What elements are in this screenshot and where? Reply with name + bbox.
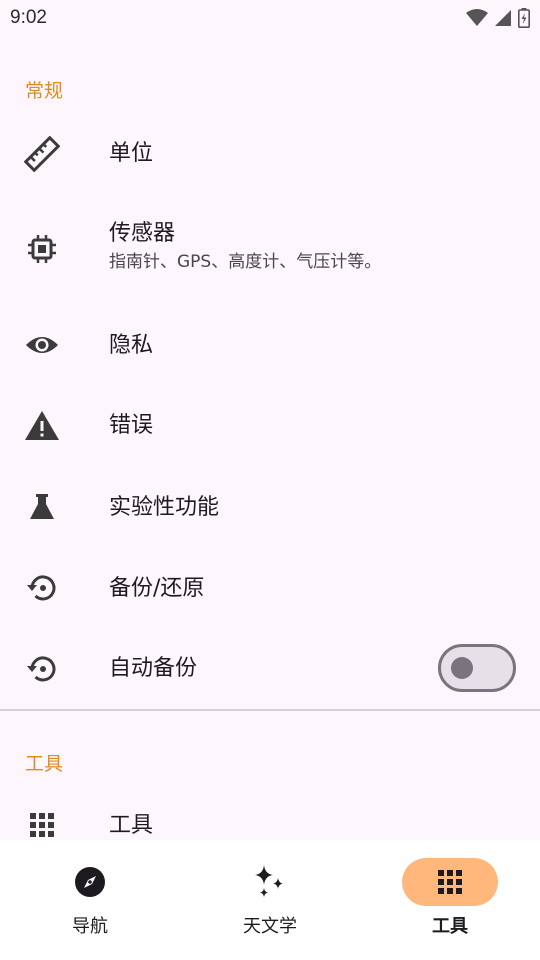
section-header-tools: 工具 — [25, 753, 64, 775]
settings-item-sensors-label: 传感器 — [109, 221, 176, 246]
settings-item-privacy[interactable]: 隐私 — [0, 318, 540, 374]
nav-pill — [222, 858, 318, 906]
settings-item-units[interactable]: 单位 — [0, 126, 540, 182]
nav-tab-astronomy[interactable]: 天文学 — [180, 840, 360, 960]
nav-tab-tools[interactable]: 工具 — [360, 840, 540, 960]
settings-item-experimental[interactable]: 实验性功能 — [0, 480, 540, 536]
auto-backup-toggle[interactable] — [438, 644, 516, 692]
grid-icon — [438, 870, 462, 894]
status-bar: 9:02 — [0, 0, 540, 36]
settings-item-privacy-label: 隐私 — [109, 333, 154, 358]
cell-signal-icon — [495, 10, 511, 26]
restore-icon — [24, 570, 60, 606]
status-time: 9:02 — [10, 7, 47, 28]
ruler-icon — [24, 136, 60, 172]
grid-icon — [24, 807, 60, 840]
settings-item-auto-backup-label: 自动备份 — [109, 656, 198, 681]
settings-item-experimental-label: 实验性功能 — [109, 495, 220, 520]
settings-item-tools-label: 工具 — [109, 813, 154, 838]
settings-item-backup-restore[interactable]: 备份/还原 — [0, 561, 540, 617]
bottom-navigation: 导航 天文学 工具 — [0, 840, 540, 960]
restore-icon — [24, 651, 60, 687]
chip-icon — [24, 231, 60, 267]
battery-icon — [518, 8, 530, 28]
toggle-thumb — [451, 657, 473, 679]
settings-item-backup-restore-label: 备份/还原 — [109, 576, 205, 601]
settings-item-errors[interactable]: 错误 — [0, 398, 540, 454]
nav-pill-active — [402, 858, 498, 906]
wifi-icon — [466, 9, 488, 26]
nav-tab-tools-label: 工具 — [432, 916, 468, 937]
settings-item-sensors-description: 指南针、GPS、高度计、气压计等。 — [109, 252, 382, 272]
warning-icon — [24, 408, 60, 444]
compass-icon — [75, 867, 105, 897]
settings-item-tools[interactable]: 工具 — [0, 800, 540, 840]
settings-item-auto-backup[interactable]: 自动备份 — [0, 641, 540, 697]
settings-item-units-label: 单位 — [109, 141, 154, 166]
nav-tab-navigation[interactable]: 导航 — [0, 840, 180, 960]
nav-pill — [42, 858, 138, 906]
section-header-general: 常规 — [25, 80, 64, 102]
settings-item-sensors[interactable]: 传感器 指南针、GPS、高度计、气压计等。 — [0, 214, 540, 286]
sparkles-icon — [255, 865, 283, 897]
settings-item-errors-label: 错误 — [109, 413, 154, 438]
nav-tab-astronomy-label: 天文学 — [243, 916, 297, 937]
status-icons — [466, 8, 530, 28]
flask-icon — [24, 489, 60, 525]
section-divider — [0, 709, 540, 711]
nav-tab-navigation-label: 导航 — [72, 916, 108, 937]
eye-icon — [24, 327, 60, 363]
